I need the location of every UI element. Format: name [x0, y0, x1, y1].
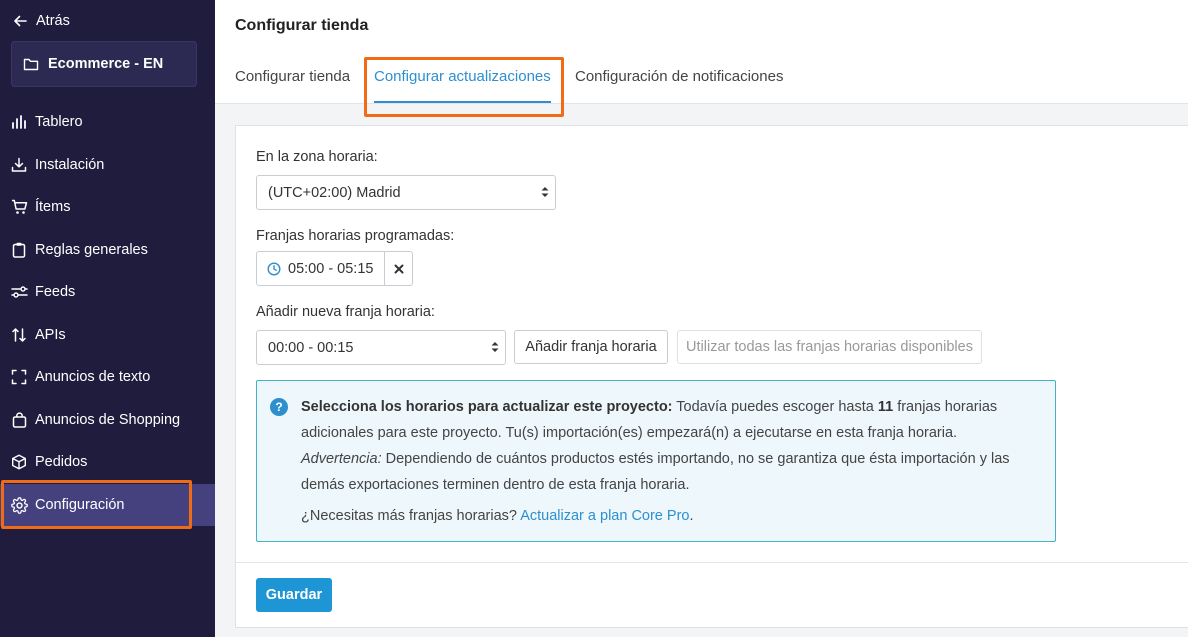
- clipboard-icon: [10, 241, 28, 259]
- tab-configuracion-notificaciones[interactable]: Configuración de notificaciones: [575, 68, 783, 85]
- divider: [236, 562, 1188, 563]
- warning-label: Advertencia:: [301, 451, 382, 467]
- sidebar-item-label: Reglas generales: [35, 242, 148, 258]
- sidebar-item-anuncios-de-shopping[interactable]: Anuncios de Shopping: [0, 400, 215, 440]
- sidebar-item-label: Configuración: [35, 497, 125, 513]
- sidebar-item-tablero[interactable]: Tablero: [0, 102, 215, 142]
- back-link[interactable]: Atrás: [12, 11, 70, 31]
- back-label: Atrás: [36, 13, 70, 29]
- sidebar-item-label: Anuncios de Shopping: [35, 412, 181, 428]
- sidebar: Atrás Ecommerce - EN Tablero Instalación…: [0, 0, 215, 637]
- info-footer-text: ¿Necesitas más franjas horarias?: [301, 508, 517, 524]
- sidebar-item-reglas-generales[interactable]: Reglas generales: [0, 230, 215, 270]
- bar-chart-icon: [10, 113, 28, 131]
- page-header: Configurar tienda Configurar tienda Conf…: [215, 0, 1188, 104]
- box-icon: [10, 453, 28, 471]
- upgrade-link[interactable]: Actualizar a plan Core Pro: [520, 508, 689, 524]
- info-box: ? Selecciona los horarios para actualiza…: [256, 380, 1056, 542]
- sidebar-item-label: Tablero: [35, 114, 83, 130]
- info-text: Selecciona los horarios para actualizar …: [301, 394, 1041, 498]
- select-arrows-icon: [491, 342, 499, 352]
- save-button[interactable]: Guardar: [256, 578, 332, 612]
- cart-icon: [10, 198, 28, 216]
- sidebar-item-instalacion[interactable]: Instalación: [0, 145, 215, 185]
- scheduled-slot-value: 05:00 - 05:15: [288, 260, 374, 277]
- timezone-label: En la zona horaria:: [256, 149, 378, 165]
- page-title: Configurar tienda: [235, 17, 369, 34]
- project-name: Ecommerce - EN: [48, 56, 164, 72]
- sidebar-item-label: Feeds: [35, 284, 76, 300]
- scheduled-slot-chip: 05:00 - 05:15: [256, 251, 413, 286]
- sidebar-item-items[interactable]: Ítems: [0, 187, 215, 227]
- scheduled-slot: 05:00 - 05:15: [257, 252, 385, 285]
- active-tab-indicator: [374, 101, 551, 103]
- tab-configurar-actualizaciones[interactable]: Configurar actualizaciones: [374, 68, 551, 85]
- sliders-icon: [10, 283, 28, 301]
- sort-arrows-icon: [10, 326, 28, 344]
- download-tray-icon: [10, 156, 28, 174]
- use-all-slots-button[interactable]: Utilizar todas las franjas horarias disp…: [677, 330, 982, 364]
- sidebar-item-apis[interactable]: APIs: [0, 315, 215, 355]
- scheduled-slots-label: Franjas horarias programadas:: [256, 228, 455, 244]
- folder-icon: [23, 58, 39, 71]
- info-text-before: Todavía puedes escoger hasta: [676, 399, 874, 415]
- info-footer-end: .: [689, 508, 694, 524]
- gear-icon: [10, 496, 28, 514]
- warning-text: Dependiendo de cuántos productos estés i…: [301, 451, 1010, 493]
- info-heading: Selecciona los horarios para actualizar …: [301, 399, 673, 415]
- info-footer: ¿Necesitas más franjas horarias? Actuali…: [301, 508, 694, 524]
- sidebar-item-label: Anuncios de texto: [35, 369, 151, 385]
- sidebar-item-label: Pedidos: [35, 454, 88, 470]
- remaining-slots-count: 11: [877, 399, 894, 415]
- close-icon: [394, 264, 403, 273]
- sidebar-item-label: Ítems: [35, 199, 71, 215]
- update-settings-card: En la zona horaria: (UTC+02:00) Madrid F…: [235, 125, 1188, 628]
- tab-configurar-tienda[interactable]: Configurar tienda: [235, 68, 350, 85]
- project-selector[interactable]: Ecommerce - EN: [11, 41, 197, 87]
- remove-slot-button[interactable]: [385, 252, 412, 285]
- add-slot-button[interactable]: Añadir franja horaria: [514, 330, 668, 364]
- timezone-value: (UTC+02:00) Madrid: [268, 184, 401, 201]
- new-slot-value: 00:00 - 00:15: [268, 339, 354, 356]
- new-slot-select[interactable]: 00:00 - 00:15: [256, 330, 506, 365]
- select-arrows-icon: [541, 187, 549, 197]
- sidebar-item-anuncios-de-texto[interactable]: Anuncios de texto: [0, 357, 215, 397]
- arrow-left-icon: [14, 15, 27, 27]
- clock-icon: [267, 261, 281, 276]
- sidebar-item-label: Instalación: [35, 157, 105, 173]
- sidebar-item-pedidos[interactable]: Pedidos: [0, 442, 215, 482]
- sidebar-item-label: APIs: [35, 327, 66, 343]
- sidebar-item-configuracion[interactable]: Configuración: [0, 484, 215, 526]
- corners-icon: [10, 368, 28, 386]
- add-slot-label: Añadir nueva franja horaria:: [256, 304, 435, 320]
- sidebar-item-feeds[interactable]: Feeds: [0, 272, 215, 312]
- shopping-bag-icon: [10, 411, 28, 429]
- timezone-select[interactable]: (UTC+02:00) Madrid: [256, 175, 556, 210]
- question-circle-icon: ?: [270, 398, 288, 416]
